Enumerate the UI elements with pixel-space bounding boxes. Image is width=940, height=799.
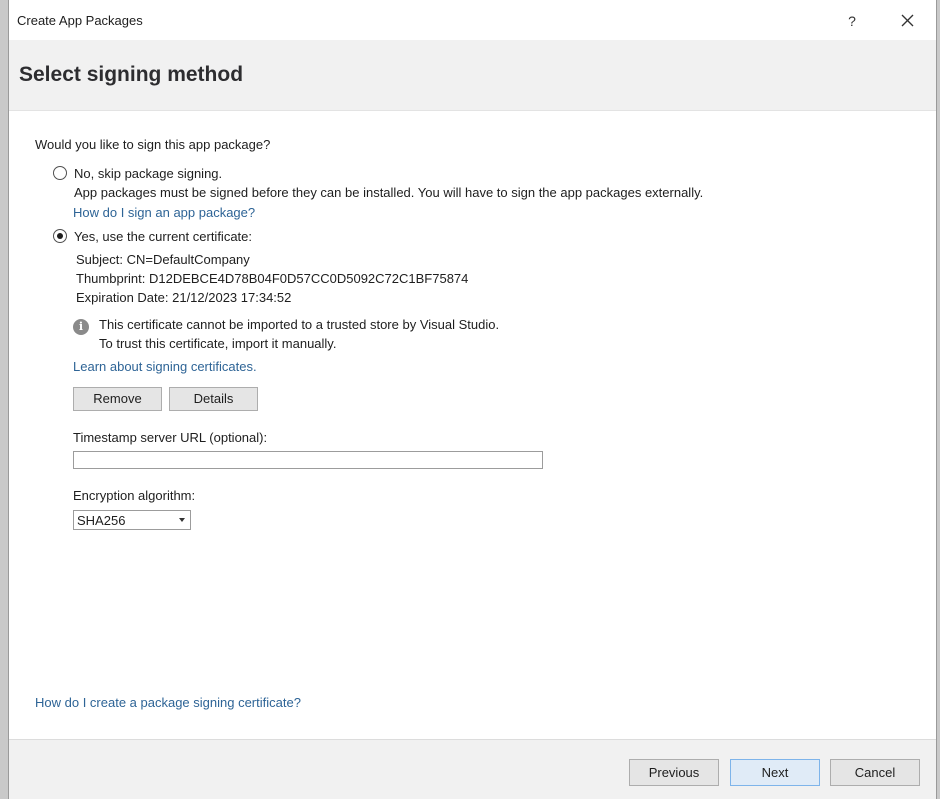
certificate-expiration: Expiration Date: 21/12/2023 17:34:52: [76, 290, 292, 305]
certificate-thumbprint: Thumbprint: D12DEBCE4D78B04F0D57CC0D5092…: [76, 271, 469, 286]
previous-button[interactable]: Previous: [629, 759, 719, 786]
cancel-button[interactable]: Cancel: [830, 759, 920, 786]
window-title: Create App Packages: [17, 13, 143, 28]
radio-selected-dot: [57, 233, 63, 239]
sign-app-package-link[interactable]: How do I sign an app package?: [73, 205, 255, 220]
skip-signing-description: App packages must be signed before they …: [74, 185, 704, 200]
title-bar: Create App Packages ?: [9, 0, 936, 40]
main-content: Would you like to sign this app package?…: [9, 111, 936, 741]
create-app-packages-dialog: Create App Packages ? Select signing met…: [8, 0, 937, 799]
skip-signing-label[interactable]: No, skip package signing.: [74, 166, 222, 181]
details-button[interactable]: Details: [169, 387, 258, 411]
page-header: Select signing method: [9, 40, 936, 111]
help-button[interactable]: ?: [840, 9, 864, 33]
remove-button[interactable]: Remove: [73, 387, 162, 411]
close-button[interactable]: [894, 8, 922, 34]
encryption-algorithm-select[interactable]: SHA256: [73, 510, 191, 530]
timestamp-url-input[interactable]: [73, 451, 543, 469]
close-icon: [901, 14, 914, 27]
page-title: Select signing method: [19, 63, 244, 86]
encryption-selected-value: SHA256: [77, 513, 126, 528]
skip-signing-radio[interactable]: [53, 166, 67, 180]
encryption-label: Encryption algorithm:: [73, 488, 196, 503]
current-certificate-label[interactable]: Yes, use the current certificate:: [74, 229, 252, 244]
certificate-info-line2: To trust this certificate, import it man…: [99, 336, 337, 351]
certificate-info-line1: This certificate cannot be imported to a…: [99, 317, 500, 332]
create-signing-certificate-link[interactable]: How do I create a package signing certif…: [35, 695, 301, 710]
certificate-subject: Subject: CN=DefaultCompany: [76, 252, 250, 267]
info-icon: i: [73, 319, 89, 335]
dialog-footer: Previous Next Cancel: [9, 739, 936, 799]
timestamp-label: Timestamp server URL (optional):: [73, 430, 268, 445]
current-certificate-radio[interactable]: [53, 229, 67, 243]
sign-question: Would you like to sign this app package?: [35, 137, 271, 152]
next-button[interactable]: Next: [730, 759, 820, 786]
learn-signing-certificates-link[interactable]: Learn about signing certificates.: [73, 359, 257, 374]
chevron-down-icon: [179, 518, 185, 522]
